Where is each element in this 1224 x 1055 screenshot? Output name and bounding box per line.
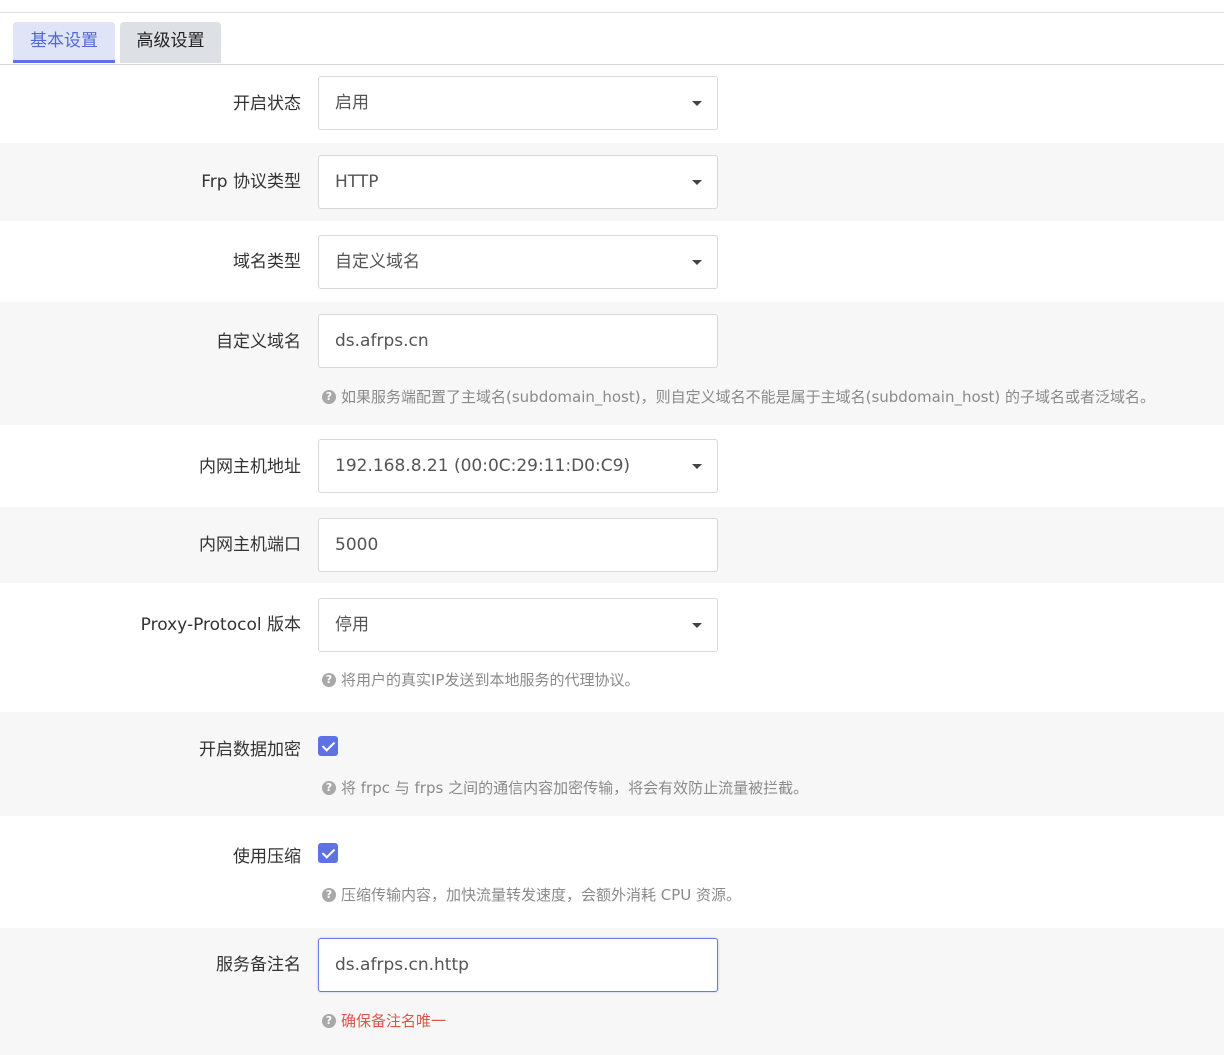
lan-host-label: 内网主机地址	[199, 457, 301, 477]
chevron-down-icon	[692, 464, 702, 469]
compression-checkbox[interactable]	[318, 843, 338, 863]
compression-hint: ? 压缩传输内容，加快流量转发速度，会额外消耗 CPU 资源。	[322, 884, 741, 905]
lan-port-label: 内网主机端口	[199, 535, 301, 555]
chevron-down-icon	[692, 180, 702, 185]
row-domain-type: 域名类型 自定义域名	[0, 221, 1224, 302]
proxy-protocol-hint: ? 将用户的真实IP发送到本地服务的代理协议。	[322, 669, 639, 690]
chevron-down-icon	[692, 623, 702, 628]
encryption-checkbox[interactable]	[318, 736, 338, 756]
top-divider	[0, 12, 1224, 13]
lan-host-select[interactable]: 192.168.8.21 (00:0C:29:11:D0:C9)	[318, 439, 718, 493]
frp-protocol-value: HTTP	[335, 172, 379, 192]
lan-host-value: 192.168.8.21 (00:0C:29:11:D0:C9)	[335, 456, 631, 476]
row-proxy-protocol: Proxy-Protocol 版本 停用 ? 将用户的真实IP发送到本地服务的代…	[0, 583, 1224, 712]
frp-protocol-select[interactable]: HTTP	[318, 155, 718, 209]
row-encryption: 开启数据加密 ? 将 frpc 与 frps 之间的通信内容加密传输，将会有效防…	[0, 712, 1224, 816]
service-name-value: ds.afrps.cn.http	[335, 955, 469, 975]
tab-basic-settings[interactable]: 基本设置	[13, 22, 115, 63]
proxy-protocol-label: Proxy-Protocol 版本	[140, 615, 301, 635]
enable-status-select[interactable]: 启用	[318, 76, 718, 130]
question-circle-icon: ?	[322, 672, 336, 687]
enable-status-label: 开启状态	[233, 94, 301, 114]
chevron-down-icon	[692, 101, 702, 106]
chevron-down-icon	[692, 260, 702, 265]
question-circle-icon: ?	[322, 780, 336, 795]
service-name-label: 服务备注名	[216, 955, 301, 975]
question-circle-icon: ?	[322, 887, 336, 902]
lan-port-value: 5000	[335, 535, 379, 555]
custom-domain-hint: ? 如果服务端配置了主域名(subdomain_host)，则自定义域名不能是属…	[322, 386, 1155, 407]
row-custom-domain: 自定义域名 ds.afrps.cn ? 如果服务端配置了主域名(subdomai…	[0, 302, 1224, 425]
question-circle-icon: ?	[322, 1013, 336, 1028]
service-name-hint: ? 确保备注名唯一	[322, 1010, 446, 1031]
frp-protocol-label: Frp 协议类型	[201, 172, 301, 192]
encryption-hint: ? 将 frpc 与 frps 之间的通信内容加密传输，将会有效防止流量被拦截。	[322, 777, 808, 798]
row-service-name: 服务备注名 ds.afrps.cn.http ? 确保备注名唯一	[0, 928, 1224, 1055]
tab-advanced-settings[interactable]: 高级设置	[120, 22, 221, 63]
domain-type-value: 自定义域名	[335, 252, 420, 272]
tab-bar: 基本设置 高级设置	[13, 22, 226, 65]
enable-status-value: 启用	[335, 93, 369, 113]
compression-label: 使用压缩	[233, 847, 301, 867]
lan-port-input[interactable]: 5000	[318, 518, 718, 572]
proxy-protocol-select[interactable]: 停用	[318, 598, 718, 652]
custom-domain-value: ds.afrps.cn	[335, 331, 429, 351]
domain-type-label: 域名类型	[233, 252, 301, 272]
domain-type-select[interactable]: 自定义域名	[318, 235, 718, 289]
question-circle-icon: ?	[322, 389, 336, 404]
encryption-label: 开启数据加密	[199, 740, 301, 760]
proxy-protocol-value: 停用	[335, 615, 369, 635]
row-lan-host: 内网主机地址 192.168.8.21 (00:0C:29:11:D0:C9)	[0, 425, 1224, 507]
row-frp-protocol: Frp 协议类型 HTTP	[0, 143, 1224, 221]
custom-domain-input[interactable]: ds.afrps.cn	[318, 314, 718, 368]
row-enable-status: 开启状态 启用	[0, 65, 1224, 143]
custom-domain-label: 自定义域名	[216, 332, 301, 352]
row-lan-port: 内网主机端口 5000	[0, 507, 1224, 583]
row-compression: 使用压缩 ? 压缩传输内容，加快流量转发速度，会额外消耗 CPU 资源。	[0, 816, 1224, 928]
service-name-input[interactable]: ds.afrps.cn.http	[318, 938, 718, 992]
